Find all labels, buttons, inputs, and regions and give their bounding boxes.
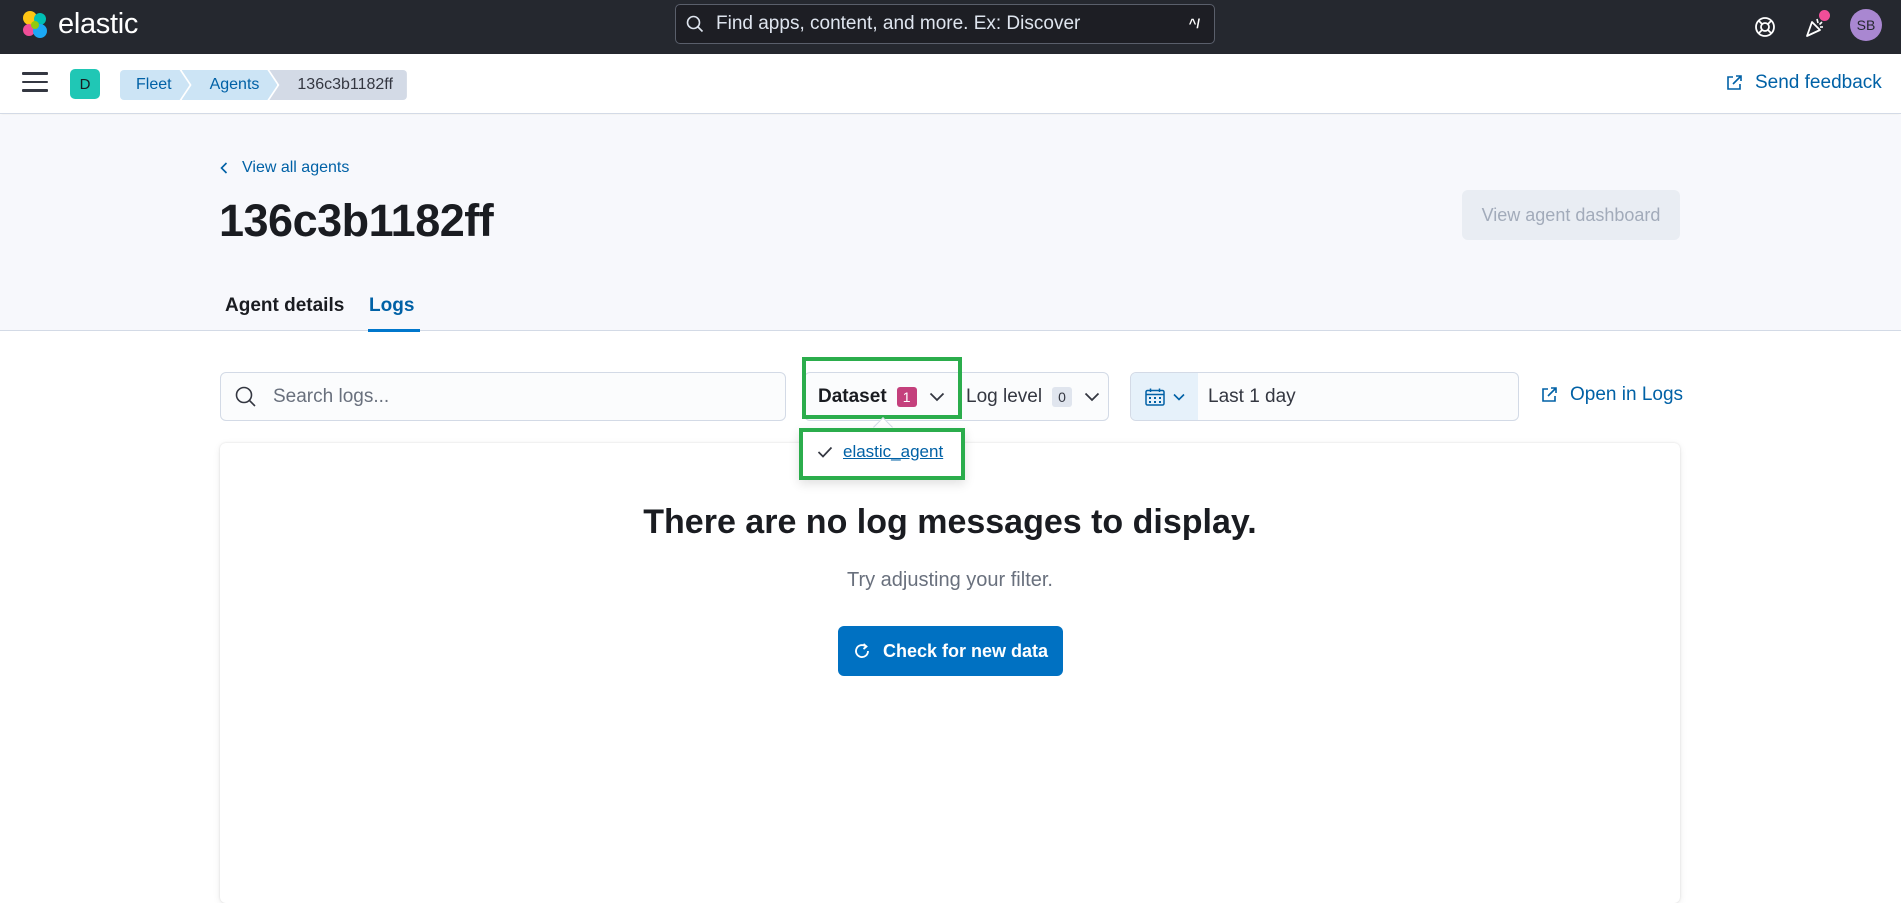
view-all-agents-link[interactable]: View all agents: [220, 159, 349, 177]
elastic-logo[interactable]: elastic: [20, 8, 138, 41]
send-feedback-label: Send feedback: [1755, 72, 1882, 93]
send-feedback-link[interactable]: Send feedback: [1725, 72, 1882, 94]
date-range-label[interactable]: Last 1 day: [1208, 386, 1296, 408]
app-subheader: D Fleet Agents 136c3b1182ff Send feedbac…: [0, 54, 1901, 114]
space-avatar[interactable]: D: [70, 69, 100, 99]
elastic-logo-icon: [23, 10, 47, 38]
calendar-icon: [1144, 388, 1165, 406]
breadcrumb-fleet[interactable]: Fleet: [120, 70, 190, 100]
page-header: View all agents 136c3b1182ff View agent …: [0, 115, 1901, 332]
keyboard-shortcut-badge: ^/: [1188, 16, 1200, 31]
tab-agent-details[interactable]: Agent details: [225, 295, 344, 329]
chevron-down-icon: [1172, 393, 1185, 401]
global-search-placeholder: Find apps, content, and more. Ex: Discov…: [716, 13, 1081, 34]
back-link-label: View all agents: [242, 159, 350, 176]
global-search-input[interactable]: Find apps, content, and more. Ex: Discov…: [675, 4, 1215, 44]
date-picker: Last 1 day: [1130, 372, 1519, 421]
log-level-filter-label: Log level: [966, 385, 1043, 407]
breadcrumb-current-agent: 136c3b1182ff: [269, 70, 407, 100]
check-for-new-data-button[interactable]: Check for new data: [838, 626, 1063, 676]
check-icon: [817, 446, 833, 458]
breadcrumb: Fleet Agents 136c3b1182ff: [120, 70, 407, 100]
open-in-logs-link[interactable]: Open in Logs: [1540, 384, 1683, 406]
news-feed-button[interactable]: [1800, 10, 1830, 42]
menu-toggle-icon[interactable]: [22, 72, 48, 94]
refresh-icon: [855, 643, 869, 658]
chevron-down-icon: [1084, 392, 1100, 401]
dataset-option-label: elastic_agent: [843, 442, 944, 461]
log-level-count-badge: 0: [1052, 386, 1073, 407]
help-button[interactable]: [1750, 12, 1780, 42]
user-avatar[interactable]: SB: [1850, 9, 1882, 41]
search-logs-input[interactable]: Search logs...: [220, 372, 786, 421]
external-link-icon: [1542, 387, 1557, 402]
dataset-option-elastic-agent[interactable]: elastic_agent: [817, 442, 943, 462]
empty-state-title: There are no log messages to display.: [643, 503, 1257, 541]
breadcrumb-agents[interactable]: Agents: [182, 70, 278, 100]
help-lifebuoy-icon: [1755, 17, 1775, 37]
notification-dot: [1819, 10, 1830, 21]
external-link-icon: [1727, 75, 1742, 90]
view-agent-dashboard-button[interactable]: View agent dashboard: [1462, 190, 1680, 240]
dataset-popover: elastic_agent: [799, 428, 965, 480]
logo-text: elastic: [58, 8, 139, 40]
global-header: elastic Find apps, content, and more. Ex…: [0, 0, 1901, 54]
dataset-highlight-box: [802, 357, 962, 419]
empty-state-subtitle: Try adjusting your filter.: [846, 569, 1053, 591]
search-logs-placeholder: Search logs...: [273, 385, 390, 407]
tab-logs[interactable]: Logs: [368, 295, 421, 332]
search-icon: [686, 15, 704, 33]
logs-panel: There are no log messages to display. Tr…: [220, 443, 1680, 903]
check-for-new-data-label: Check for new data: [882, 640, 1049, 661]
log-level-filter-button[interactable]: Log level 0: [966, 373, 1100, 420]
open-in-logs-label: Open in Logs: [1570, 384, 1684, 405]
quick-date-menu-button[interactable]: [1131, 373, 1198, 420]
search-icon: [235, 386, 256, 407]
page-title: 136c3b1182ff: [219, 195, 494, 246]
chevron-left-icon: [220, 162, 228, 174]
